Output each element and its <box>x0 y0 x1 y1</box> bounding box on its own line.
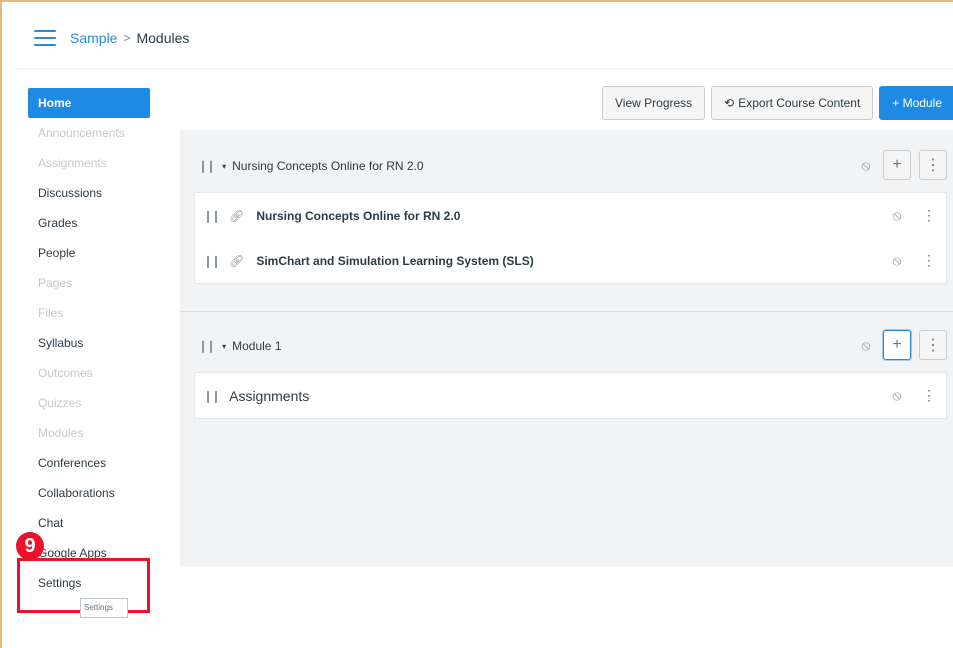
nav-item-files[interactable]: Files <box>28 298 150 328</box>
course-navigation: Home Announcements Assignments Discussio… <box>28 88 150 598</box>
module-title: Module 1 <box>232 339 282 353</box>
collapse-caret-icon[interactable]: ▾ <box>222 342 226 351</box>
nav-item-discussions[interactable]: Discussions <box>28 178 150 208</box>
unpublished-status-icon[interactable]: ⦸ <box>888 207 906 224</box>
add-module-label: + Module <box>892 96 942 110</box>
nav-item-people[interactable]: People <box>28 238 150 268</box>
breadcrumb: Sample > Modules <box>70 30 189 46</box>
module-actions: ⦸ + ⋮ <box>857 150 947 180</box>
module-header[interactable]: ❙❙ ▾ Module 1 ⦸ + ⋮ <box>180 320 953 372</box>
add-item-button[interactable]: + <box>883 150 911 180</box>
item-options-kebab-icon[interactable]: ⋮ <box>922 387 936 404</box>
module-header[interactable]: ❙❙ ▾ Nursing Concepts Online for RN 2.0 … <box>180 140 953 192</box>
nav-item-home[interactable]: Home <box>28 88 150 118</box>
item-actions: ⦸ ⋮ <box>888 207 936 224</box>
modules-toolbar: View Progress ⟲ Export Course Content + … <box>602 86 953 120</box>
module-divider <box>180 311 953 312</box>
nav-item-syllabus[interactable]: Syllabus <box>28 328 150 358</box>
unpublished-status-icon[interactable]: ⦸ <box>857 337 875 354</box>
link-icon: 🔗︎ <box>229 253 245 268</box>
drag-handle-icon[interactable]: ❙❙ <box>198 339 216 353</box>
breadcrumb-separator: > <box>123 31 131 45</box>
module-options-kebab-icon[interactable]: ⋮ <box>919 330 947 360</box>
module-options-kebab-icon[interactable]: ⋮ <box>919 150 947 180</box>
breadcrumb-current: Modules <box>136 30 190 46</box>
view-progress-button[interactable]: View Progress <box>602 86 706 120</box>
add-item-button[interactable]: + <box>883 330 911 360</box>
export-label: Export Course Content <box>738 96 861 110</box>
nav-item-grades[interactable]: Grades <box>28 208 150 238</box>
collapse-caret-icon[interactable]: ▾ <box>222 162 226 171</box>
drag-handle-icon[interactable]: ❙❙ <box>198 159 216 173</box>
link-icon: 🔗︎ <box>229 208 245 223</box>
unpublished-status-icon[interactable]: ⦸ <box>888 387 906 404</box>
module-item-list: ❙❙ 🔗︎ Nursing Concepts Online for RN 2.0… <box>194 192 947 284</box>
module-item-title[interactable]: SimChart and Simulation Learning System … <box>256 254 533 268</box>
module-text-header: Assignments <box>229 387 310 404</box>
nav-item-collaborations[interactable]: Collaborations <box>28 478 150 508</box>
step-number-badge: 9 <box>16 532 44 560</box>
export-icon: ⟲ <box>724 96 735 110</box>
item-actions: ⦸ ⋮ <box>888 252 936 269</box>
modules-container: ❙❙ ▾ Nursing Concepts Online for RN 2.0 … <box>180 130 953 567</box>
module-section: ❙❙ ▾ Nursing Concepts Online for RN 2.0 … <box>180 140 953 284</box>
drag-handle-icon[interactable]: ❙❙ <box>203 389 221 403</box>
nav-item-outcomes[interactable]: Outcomes <box>28 358 150 388</box>
breadcrumb-course-link[interactable]: Sample <box>70 30 117 46</box>
item-actions: ⦸ ⋮ <box>888 387 936 404</box>
module-section: ❙❙ ▾ Module 1 ⦸ + ⋮ ❙❙ Assignments ⦸ ⋮ <box>180 320 953 419</box>
module-item-list: ❙❙ Assignments ⦸ ⋮ <box>194 372 947 419</box>
drag-handle-icon[interactable]: ❙❙ <box>203 209 221 223</box>
item-options-kebab-icon[interactable]: ⋮ <box>922 252 936 269</box>
view-progress-label: View Progress <box>615 96 693 110</box>
module-item: ❙❙ 🔗︎ Nursing Concepts Online for RN 2.0… <box>195 193 946 238</box>
nav-item-pages[interactable]: Pages <box>28 268 150 298</box>
settings-tooltip: Settings <box>80 598 128 618</box>
hamburger-menu-icon[interactable] <box>34 30 56 46</box>
nav-item-chat[interactable]: Chat <box>28 508 150 538</box>
module-item-title[interactable]: Nursing Concepts Online for RN 2.0 <box>256 209 460 223</box>
export-course-content-button[interactable]: ⟲ Export Course Content <box>711 86 874 120</box>
top-header: Sample > Modules <box>14 14 953 62</box>
unpublished-status-icon[interactable]: ⦸ <box>888 252 906 269</box>
add-module-button[interactable]: + Module <box>879 86 953 120</box>
drag-handle-icon[interactable]: ❙❙ <box>203 254 221 268</box>
module-title: Nursing Concepts Online for RN 2.0 <box>232 159 424 173</box>
nav-item-quizzes[interactable]: Quizzes <box>28 388 150 418</box>
header-divider <box>14 68 953 69</box>
module-actions: ⦸ + ⋮ <box>857 330 947 360</box>
unpublished-status-icon[interactable]: ⦸ <box>857 157 875 174</box>
nav-item-modules[interactable]: Modules <box>28 418 150 448</box>
nav-item-assignments[interactable]: Assignments <box>28 148 150 178</box>
item-options-kebab-icon[interactable]: ⋮ <box>922 207 936 224</box>
module-item: ❙❙ 🔗︎ SimChart and Simulation Learning S… <box>195 238 946 283</box>
nav-item-announcements[interactable]: Announcements <box>28 118 150 148</box>
module-item: ❙❙ Assignments ⦸ ⋮ <box>195 373 946 418</box>
nav-item-conferences[interactable]: Conferences <box>28 448 150 478</box>
